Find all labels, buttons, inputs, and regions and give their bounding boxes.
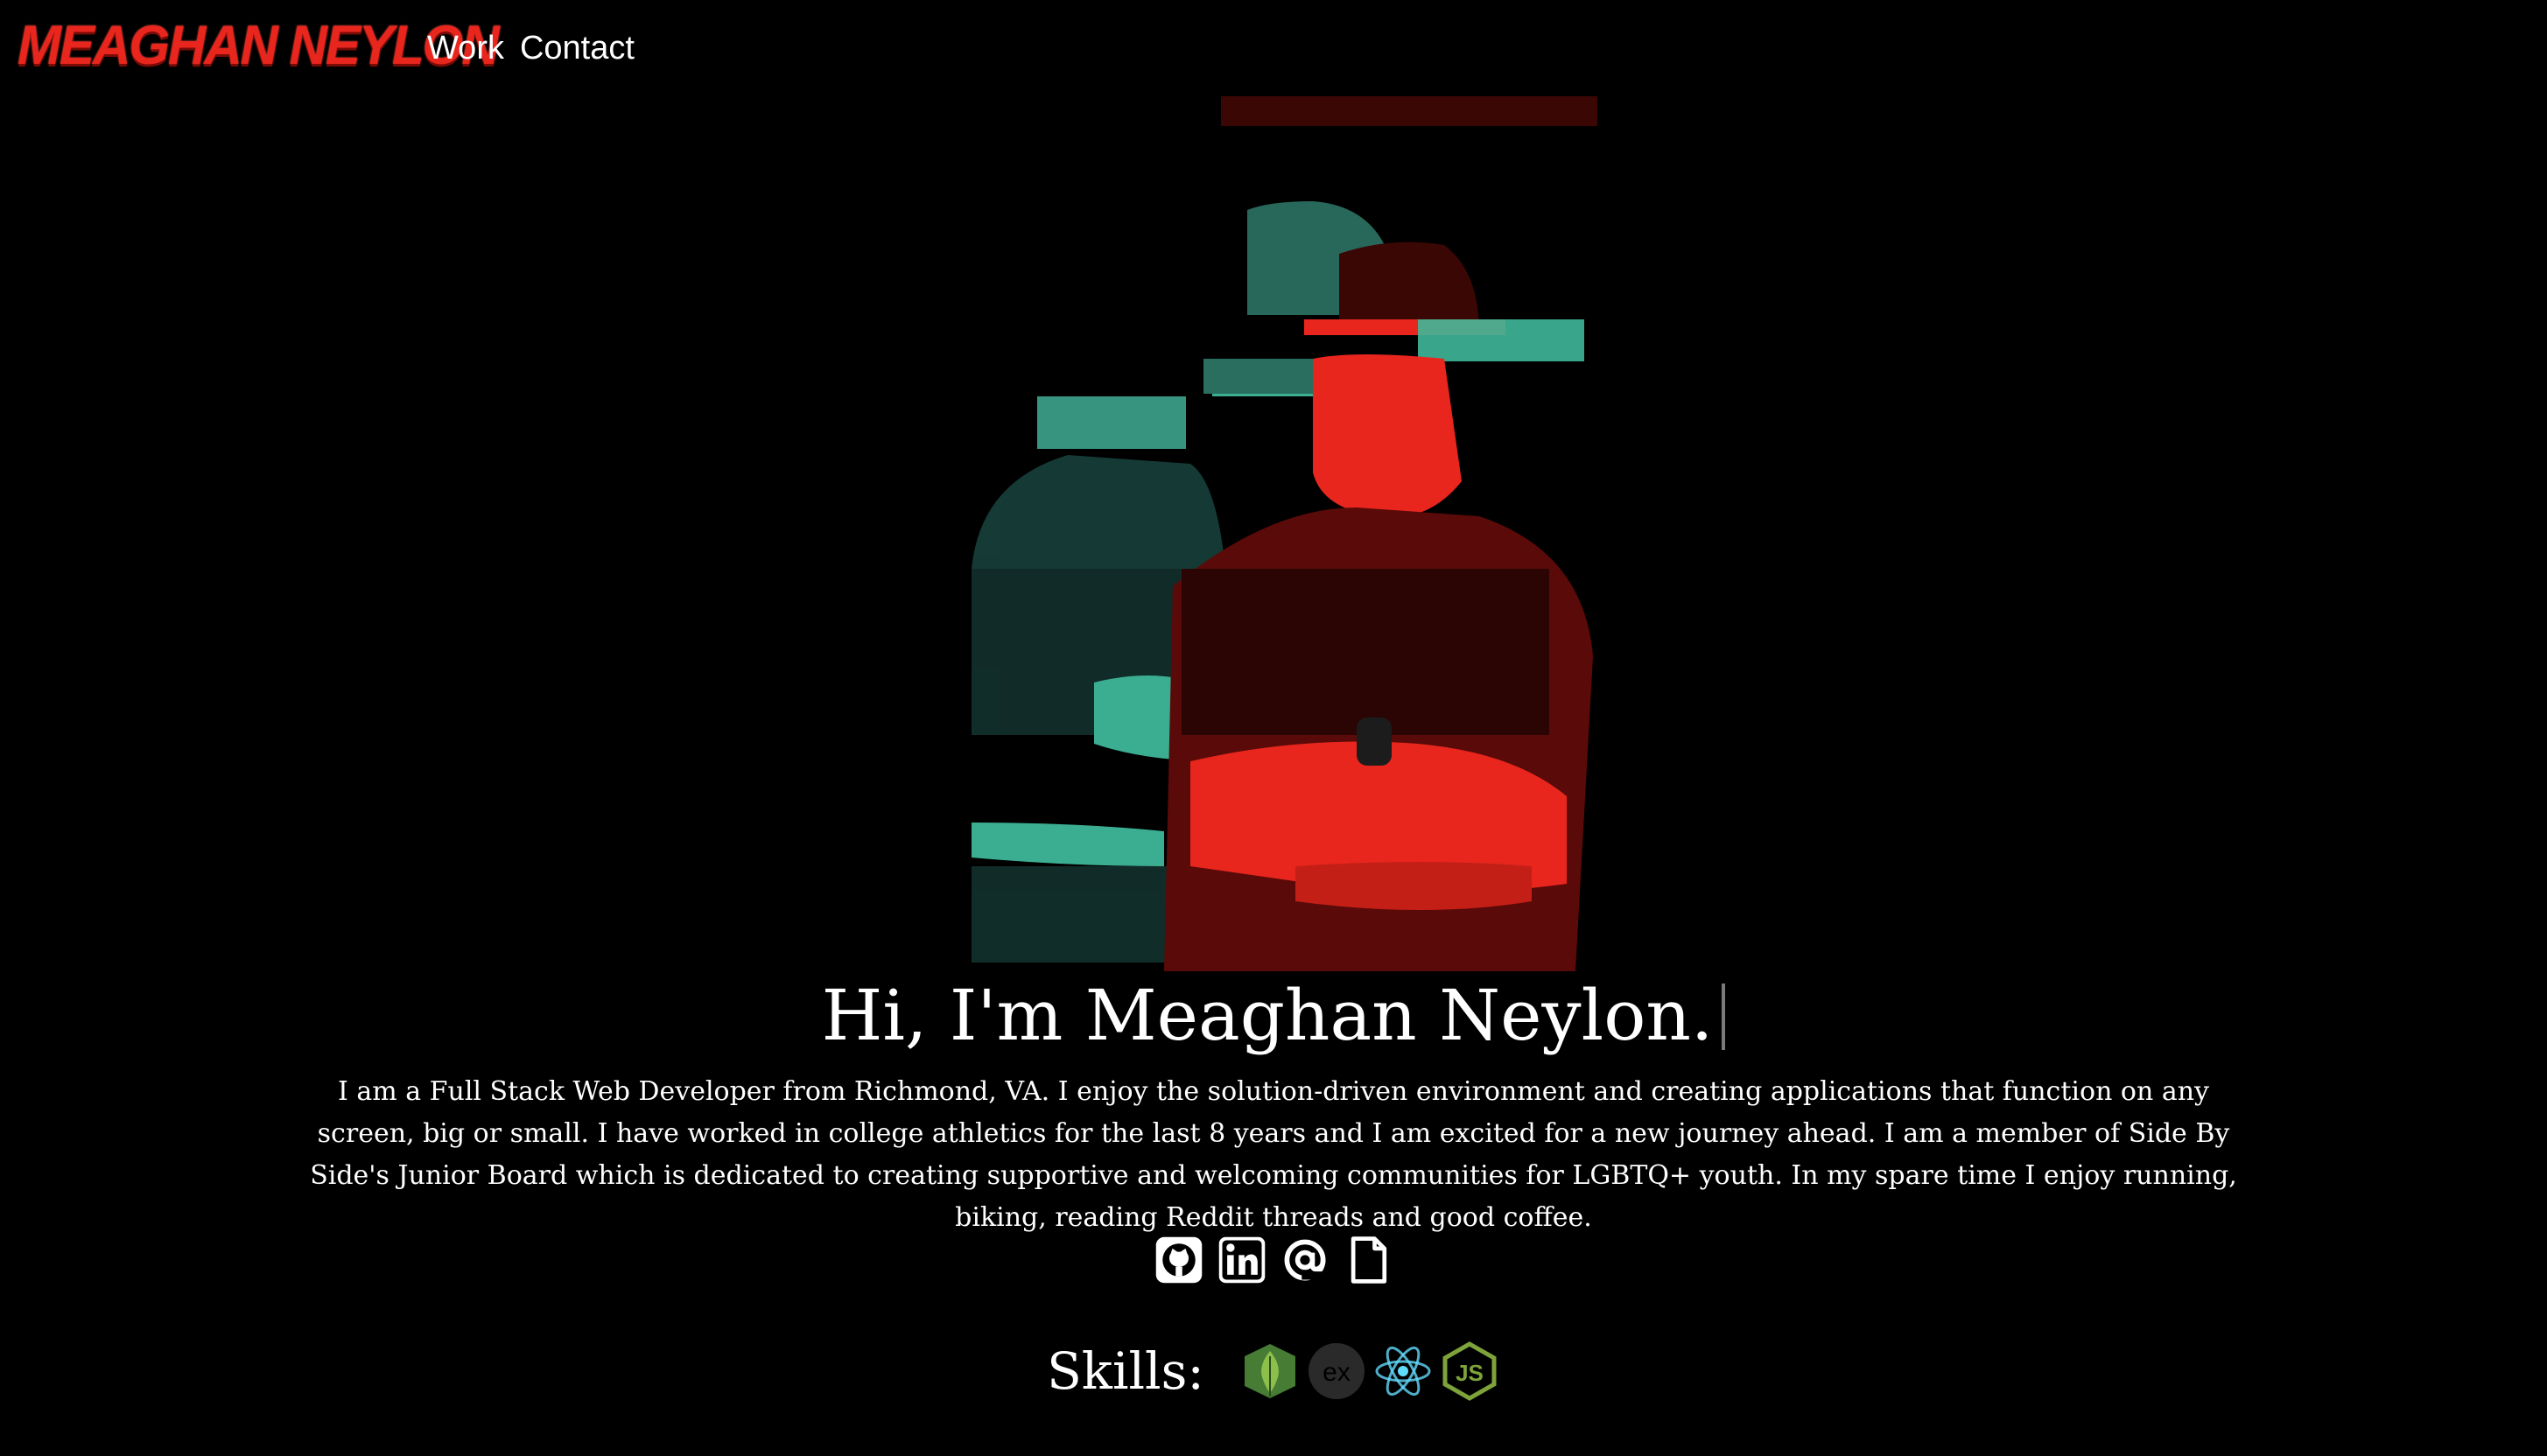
skills-label: Skills:: [1047, 1341, 1204, 1401]
hero-portrait: [902, 96, 1689, 971]
social-links: [0, 1232, 2547, 1288]
skills-row: Skills: ex JS: [0, 1340, 2547, 1402]
nodejs-icon: JS: [1442, 1341, 1497, 1401]
typing-caret: [1722, 984, 1726, 1050]
linkedin-icon: [1218, 1236, 1266, 1284]
site-logo[interactable]: MEAGHAN NEYLON: [18, 18, 500, 74]
resume-link[interactable]: [1340, 1232, 1396, 1288]
nav-link-work[interactable]: Work: [427, 28, 504, 68]
intro-headline: Hi, I'm Meaghan Neylon.: [0, 976, 2547, 1056]
skill-nodejs: JS: [1439, 1340, 1500, 1402]
main-nav: Work Contact: [427, 28, 635, 68]
skill-react: [1372, 1340, 1434, 1402]
svg-text:ex: ex: [1323, 1358, 1351, 1387]
linkedin-link[interactable]: [1214, 1232, 1270, 1288]
email-link[interactable]: [1277, 1232, 1333, 1288]
headline-text: Hi, I'm Meaghan Neylon.: [821, 975, 1714, 1056]
email-icon: [1284, 1239, 1326, 1281]
react-icon: [1375, 1346, 1431, 1396]
nav-link-contact[interactable]: Contact: [520, 28, 635, 68]
skill-mongodb: [1239, 1340, 1301, 1402]
skill-express: ex: [1306, 1340, 1367, 1402]
mongodb-icon: [1244, 1344, 1295, 1398]
bio-paragraph: I am a Full Stack Web Developer from Ric…: [310, 1076, 2237, 1233]
github-icon: [1155, 1236, 1203, 1284]
express-icon: ex: [1308, 1343, 1365, 1399]
svg-text:JS: JS: [1456, 1360, 1484, 1386]
github-link[interactable]: [1151, 1232, 1207, 1288]
document-icon: [1351, 1236, 1387, 1284]
